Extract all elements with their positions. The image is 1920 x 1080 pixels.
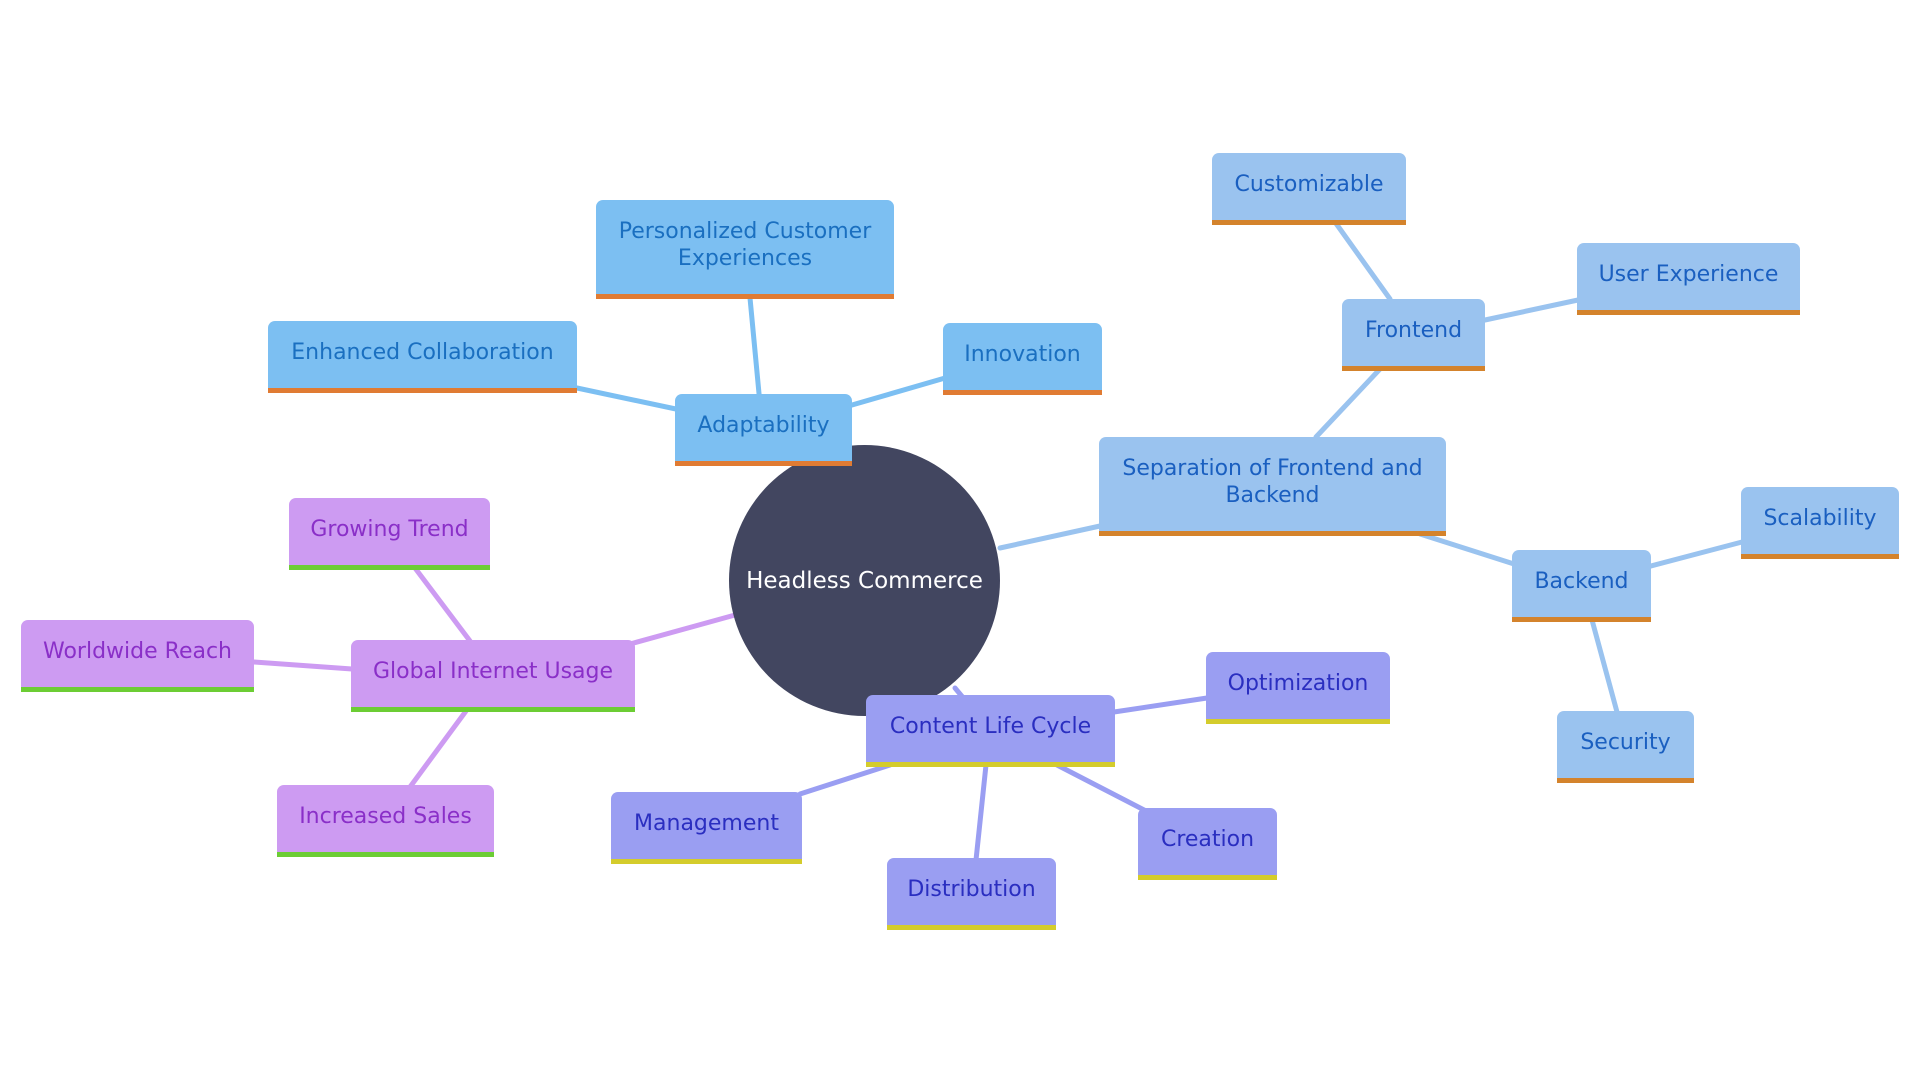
edge-separation-backend: [1417, 531, 1517, 567]
edge-content-optimization: [1111, 695, 1210, 715]
node-label: Worldwide Reach: [43, 639, 232, 664]
node-label: Management: [634, 811, 779, 836]
node-label: Enhanced Collaboration: [291, 340, 554, 365]
edge-adaptability-personalized: [747, 295, 763, 407]
node-personalized-customer-experiences[interactable]: Personalized Customer Experiences: [596, 200, 894, 299]
node-adaptability[interactable]: Adaptability: [675, 394, 852, 466]
edge-global-growing-trend: [412, 565, 473, 644]
node-label: Personalized Customer Experiences: [618, 219, 872, 271]
edge-separation-frontend: [1313, 366, 1383, 440]
node-label: Security: [1580, 730, 1671, 755]
root-label: Headless Commerce: [746, 567, 983, 594]
node-label: Optimization: [1227, 671, 1369, 696]
edge-content-distribution: [973, 762, 989, 863]
node-label: Increased Sales: [299, 804, 472, 829]
edge-frontend-user-experience: [1482, 297, 1581, 323]
node-scalability[interactable]: Scalability: [1741, 487, 1899, 559]
node-global-internet-usage[interactable]: Global Internet Usage: [351, 640, 635, 712]
edge-global-worldwide-reach: [251, 659, 355, 672]
node-management[interactable]: Management: [611, 792, 802, 864]
node-enhanced-collaboration[interactable]: Enhanced Collaboration: [268, 321, 577, 393]
edge-adaptability-enhanced-collaboration: [574, 385, 693, 415]
edge-backend-security: [1589, 617, 1620, 715]
node-customizable[interactable]: Customizable: [1212, 153, 1406, 225]
node-separation-of-frontend-and-backend[interactable]: Separation of Frontend and Backend: [1099, 437, 1446, 536]
node-label: Backend: [1534, 569, 1629, 594]
node-label: Separation of Frontend and Backend: [1122, 456, 1423, 508]
node-user-experience[interactable]: User Experience: [1577, 243, 1800, 315]
edge-content-creation: [1054, 762, 1151, 815]
node-label: Global Internet Usage: [372, 659, 614, 684]
node-label: Growing Trend: [310, 517, 469, 542]
node-growing-trend[interactable]: Growing Trend: [289, 498, 490, 570]
edge-frontend-customizable: [1332, 219, 1393, 302]
node-innovation[interactable]: Innovation: [943, 323, 1102, 395]
node-creation[interactable]: Creation: [1138, 808, 1277, 880]
node-label: Content Life Cycle: [889, 714, 1092, 739]
node-security[interactable]: Security: [1557, 711, 1694, 783]
node-label: Scalability: [1763, 506, 1877, 531]
node-label: Distribution: [907, 877, 1036, 902]
root-node-headless-commerce[interactable]: Headless Commerce: [729, 445, 1000, 716]
node-worldwide-reach[interactable]: Worldwide Reach: [21, 620, 254, 692]
node-distribution[interactable]: Distribution: [887, 858, 1056, 930]
node-label: Creation: [1160, 827, 1255, 852]
node-label: Customizable: [1234, 172, 1384, 197]
node-content-life-cycle[interactable]: Content Life Cycle: [866, 695, 1115, 767]
node-optimization[interactable]: Optimization: [1206, 652, 1390, 724]
node-label: User Experience: [1598, 262, 1779, 287]
node-label: Innovation: [964, 342, 1081, 367]
node-label: Adaptability: [697, 413, 830, 438]
edge-root-separation: [997, 523, 1103, 551]
edge-content-management: [797, 762, 893, 797]
edge-adaptability-innovation: [849, 375, 948, 408]
node-backend[interactable]: Backend: [1512, 550, 1651, 622]
node-frontend[interactable]: Frontend: [1342, 299, 1485, 371]
node-label: Frontend: [1364, 318, 1463, 343]
node-increased-sales[interactable]: Increased Sales: [277, 785, 494, 857]
edge-root-global: [627, 612, 738, 647]
edge-backend-scalability: [1648, 539, 1745, 569]
edge-global-increased-sales: [407, 708, 469, 790]
